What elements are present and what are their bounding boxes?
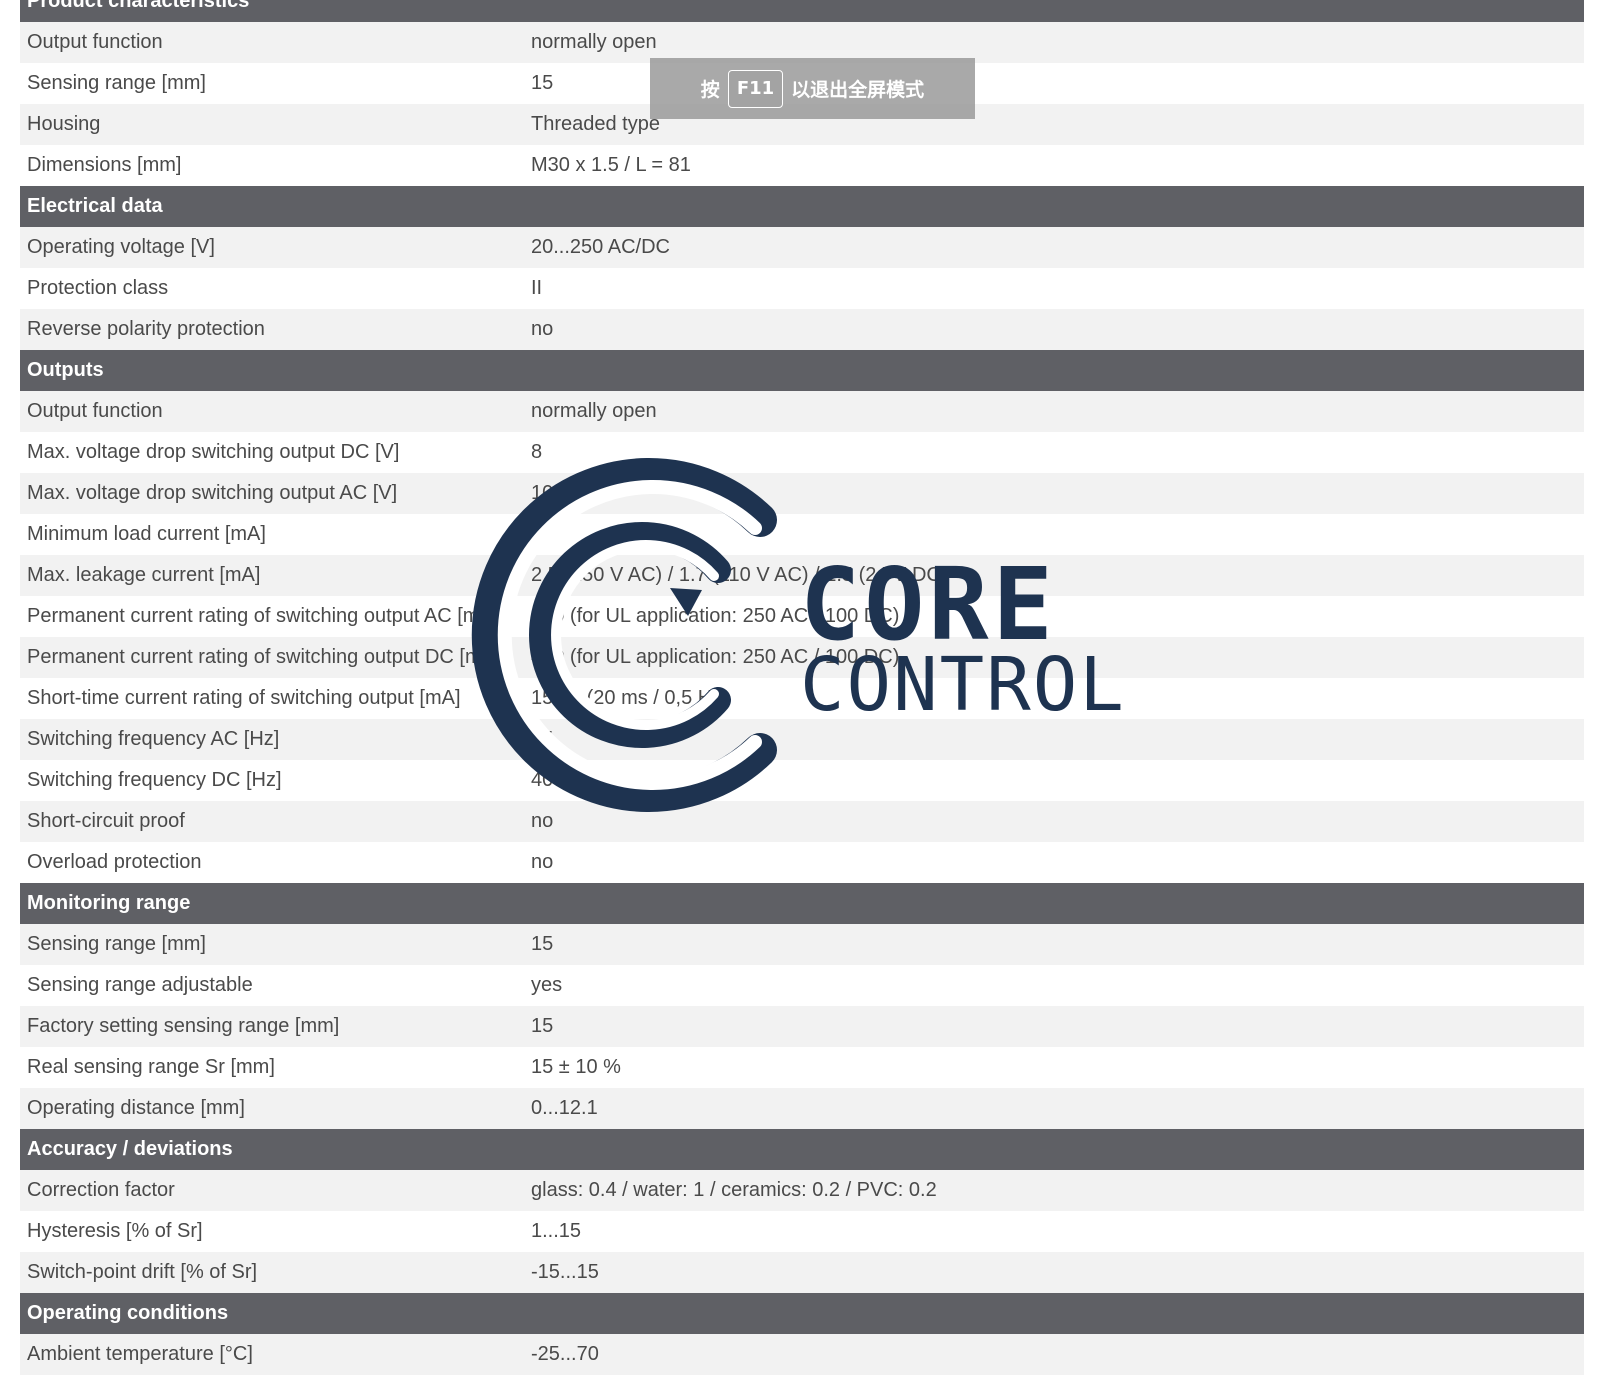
spec-label: Sensing range [mm] [27,72,206,94]
hint-prefix: 按 [700,79,720,101]
spec-value: 2.5 (250 V AC) / 1.7 (110 V AC) / 1.5 (2… [531,564,948,586]
spec-row: Operating distance [mm] 0...12.1 [20,1088,1584,1129]
spec-label: Short-circuit proof [27,810,185,832]
spec-value: 1...15 [531,1220,582,1242]
spec-label: Max. voltage drop switching output AC [V… [27,482,398,504]
spec-label: Factory setting sensing range [mm] [27,1015,340,1037]
spec-label: Ambient temperature [°C] [27,1343,253,1365]
spec-value: normally open [531,400,657,422]
spec-row: Minimum load current [mA] 5 [20,514,1584,555]
spec-row: Dimensions [mm] M30 x 1.5 / L = 81 [20,145,1584,186]
spec-value: 40 [531,769,554,791]
spec-label: Real sensing range Sr [mm] [27,1056,275,1078]
hint-suffix: 以退出全屏模式 [791,79,925,101]
spec-label: Operating voltage [V] [27,236,215,258]
spec-label: Hysteresis [% of Sr] [27,1220,203,1242]
spec-label: Correction factor [27,1179,175,1201]
section-header: Monitoring range [20,883,1584,924]
spec-value: no [531,810,554,832]
spec-value: 10 [531,482,554,504]
spec-value: II [531,277,543,299]
spec-row: Ambient temperature [°C] -25...70 [20,1334,1584,1375]
spec-label: Max. leakage current [mA] [27,564,261,586]
spec-label: Switch-point drift [% of Sr] [27,1261,258,1283]
spec-row: Sensing range [mm] 15 [20,924,1584,965]
spec-row: Permanent current rating of switching ou… [20,596,1584,637]
spec-value: 15 ± 10 % [531,1056,621,1078]
spec-label: Overload protection [27,851,202,873]
spec-value: 15 [531,1015,554,1037]
spec-value: yes [531,974,563,996]
spec-label: Operating distance [mm] [27,1097,245,1119]
spec-row: Correction factor glass: 0.4 / water: 1 /… [20,1170,1584,1211]
spec-row: Output function normally open [20,22,1584,63]
section-header: Accuracy / deviations [20,1129,1584,1170]
spec-label: Minimum load current [mA] [27,523,266,545]
spec-value: normally open [531,31,657,53]
spec-row: Factory setting sensing range [mm] 15 [20,1006,1584,1047]
spec-value: no [531,318,554,340]
f11-key-badge: F11 [727,69,784,108]
spec-label: Sensing range [mm] [27,933,206,955]
spec-value: -15...15 [531,1261,599,1283]
spec-value: 8 [531,441,543,463]
spec-row: Operating voltage [V] 20...250 AC/DC [20,227,1584,268]
spec-row: Max. leakage current [mA] 2.5 (250 V AC) … [20,555,1584,596]
spec-row: Switch-point drift [% of Sr] -15...15 [20,1252,1584,1293]
spec-label: Switching frequency AC [Hz] [27,728,280,750]
spec-row: Switching frequency AC [Hz] 25 [20,719,1584,760]
section-header: Operating conditions [20,1293,1584,1334]
spec-value: 0...12.1 [531,1097,598,1119]
spec-value: 20...250 AC/DC [531,236,670,258]
spec-row: Switching frequency DC [Hz] 40 [20,760,1584,801]
section-header: Electrical data [20,186,1584,227]
spec-row: Reverse polarity protection no [20,309,1584,350]
spec-row: Permanent current rating of switching ou… [20,637,1584,678]
spec-label: Sensing range adjustable [27,974,253,996]
spec-row: Max. voltage drop switching output DC [V… [20,432,1584,473]
spec-row: Protection class II [20,268,1584,309]
spec-row: Short-time current rating of switching o… [20,678,1584,719]
spec-label: Reverse polarity protection [27,318,265,340]
section-header: Outputs [20,350,1584,391]
spec-value: 25 [531,728,554,750]
spec-label: Switching frequency DC [Hz] [27,769,282,791]
spec-value: 15 [531,933,554,955]
spec-label: Output function [27,400,163,422]
spec-value: 400 (for UL application: 250 AC / 100 DC… [531,646,900,668]
spec-label: Permanent current rating of switching ou… [27,605,499,627]
spec-row: Output function normally open [20,391,1584,432]
spec-value: M30 x 1.5 / L = 81 [531,154,691,176]
spec-label: Protection class [27,277,169,299]
spec-label: Max. voltage drop switching output DC [V… [27,441,400,463]
spec-label: Output function [27,31,163,53]
spec-label: Dimensions [mm] [27,154,182,176]
spec-row: Overload protection no [20,842,1584,883]
spec-value: 400 (for UL application: 250 AC / 100 DC… [531,605,900,627]
spec-value: -25...70 [531,1343,599,1365]
spec-value: glass: 0.4 / water: 1 / ceramics: 0.2 / … [531,1179,937,1201]
spec-row: Max. voltage drop switching output AC [V… [20,473,1584,514]
spec-value: 5 [531,523,543,545]
fullscreen-exit-hint: 按 F11 以退出全屏模式 [650,58,975,119]
spec-value: 1500; (20 ms / 0,5 Hz) [531,687,729,709]
spec-label: Housing [27,113,101,135]
section-header: Product characteristics [20,0,1584,22]
spec-row: Hysteresis [% of Sr] 1...15 [20,1211,1584,1252]
spec-label: Short-time current rating of switching o… [27,687,461,709]
spec-value: no [531,851,554,873]
spec-row: Real sensing range Sr [mm] 15 ± 10 % [20,1047,1584,1088]
spec-table: Product characteristics Output function no… [20,0,1584,1375]
spec-row: Sensing range adjustable yes [20,965,1584,1006]
spec-label: Permanent current rating of switching ou… [27,646,501,668]
spec-row: Short-circuit proof no [20,801,1584,842]
